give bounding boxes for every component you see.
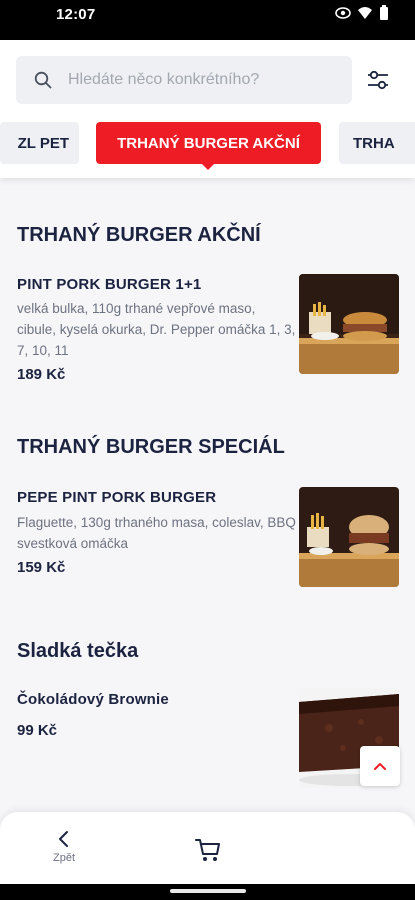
status-time: 12:07 xyxy=(56,6,96,23)
status-bar: 12:07 xyxy=(0,0,415,40)
sliders-icon xyxy=(368,70,388,90)
item-name[interactable]: PINT PORK BURGER 1+1 xyxy=(17,276,201,293)
scroll-to-top-button[interactable] xyxy=(360,746,400,786)
battery-icon xyxy=(380,5,388,20)
section-title: TRHANÝ BURGER SPECIÁL xyxy=(17,436,285,458)
item-price: 189 Kč xyxy=(17,366,66,383)
search-icon xyxy=(34,71,52,89)
menu-content: TRHANÝ BURGER AKČNÍ PINT PORK BURGER 1+1… xyxy=(0,178,415,812)
system-nav-bar xyxy=(0,884,415,900)
item-name[interactable]: Čokoládový Brownie xyxy=(17,691,169,708)
top-bar: Hledáte něco konkrétního? ZL PET TRHANÝ … xyxy=(0,40,415,178)
back-button[interactable]: Zpět xyxy=(40,830,88,870)
back-label: Zpět xyxy=(52,852,75,864)
section-title: Sladká tečka xyxy=(17,640,139,662)
search-placeholder: Hledáte něco konkrétního? xyxy=(68,71,260,88)
item-price: 99 Kč xyxy=(17,722,58,739)
item-name[interactable]: PEPE PINT PORK BURGER xyxy=(17,489,216,506)
eye-icon xyxy=(335,7,351,19)
bottom-bar: Zpět xyxy=(0,812,415,884)
item-price: 159 Kč xyxy=(17,559,66,576)
item-image[interactable] xyxy=(299,274,399,374)
search-input[interactable]: Hledáte něco konkrétního? xyxy=(16,56,352,104)
status-icons xyxy=(335,5,389,21)
tab-next-category[interactable]: TRHA xyxy=(339,122,415,164)
section-title: TRHANÝ BURGER AKČNÍ xyxy=(17,224,261,246)
item-description: velká bulka, 110g trhané vepřové maso, c… xyxy=(17,301,296,358)
chevron-up-icon xyxy=(374,763,386,770)
cart-button[interactable] xyxy=(192,834,224,866)
item-image[interactable] xyxy=(299,487,399,587)
tab-active-category[interactable]: TRHANÝ BURGER AKČNÍ xyxy=(96,122,321,164)
chevron-left-icon xyxy=(59,831,68,847)
category-tabs: ZL PET TRHANÝ BURGER AKČNÍ TRHA xyxy=(0,120,415,170)
filter-button[interactable] xyxy=(364,66,392,94)
home-gesture-pill[interactable] xyxy=(170,889,246,893)
tab-prev-category[interactable]: ZL PET xyxy=(0,122,79,164)
item-description: Flaguette, 130g trhaného masa, coleslav,… xyxy=(17,515,296,551)
cart-icon xyxy=(195,839,220,861)
active-tab-indicator xyxy=(202,164,214,170)
wifi-icon xyxy=(358,7,372,19)
